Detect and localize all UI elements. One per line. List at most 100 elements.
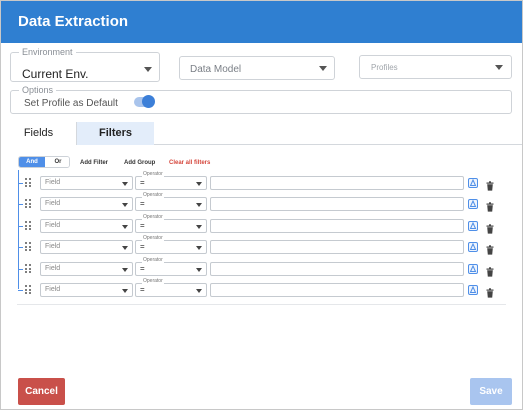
field-select[interactable]: Field: [40, 219, 133, 233]
chevron-down-icon: [196, 268, 202, 272]
field-select[interactable]: Field: [40, 176, 133, 190]
variable-button[interactable]: [468, 178, 478, 188]
field-placeholder: Field: [45, 222, 61, 229]
drag-handle-icon[interactable]: [25, 178, 31, 187]
environment-value: Current Env.: [22, 67, 89, 81]
chevron-down-icon: [144, 67, 152, 72]
data-model-select[interactable]: Data Model: [179, 56, 335, 80]
tab-filters[interactable]: Filters: [77, 122, 154, 145]
environment-select[interactable]: Environment Current Env.: [10, 46, 160, 82]
clear-all-filters-button[interactable]: Clear all filters: [169, 158, 210, 168]
field-placeholder: Field: [45, 243, 61, 250]
field-select[interactable]: Field: [40, 262, 133, 276]
add-filter-button[interactable]: Add Filter: [80, 158, 108, 168]
data-model-placeholder: Data Model: [190, 64, 242, 75]
filter-value-input[interactable]: [210, 219, 464, 233]
chevron-down-icon: [122, 268, 128, 272]
operator-select[interactable]: Operator =: [135, 171, 207, 190]
drag-handle-icon[interactable]: [25, 242, 31, 251]
chevron-down-icon: [495, 65, 503, 70]
filter-value-input[interactable]: [210, 262, 464, 276]
operator-legend: Operator: [142, 235, 164, 241]
variable-button[interactable]: [468, 285, 478, 295]
variable-button[interactable]: [468, 242, 478, 252]
filter-value-input[interactable]: [210, 176, 464, 190]
trash-icon: [486, 181, 494, 191]
options-legend: Options: [19, 84, 57, 96]
chevron-down-icon: [122, 182, 128, 186]
chevron-down-icon: [196, 203, 202, 207]
variable-icon: [469, 200, 477, 207]
dialog-header: Data Extraction: [1, 1, 522, 43]
chevron-down-icon: [196, 182, 202, 186]
chevron-down-icon: [196, 289, 202, 293]
chevron-down-icon: [196, 225, 202, 229]
chevron-down-icon: [196, 246, 202, 250]
field-placeholder: Field: [45, 200, 61, 207]
operator-value: =: [140, 221, 145, 230]
trash-icon: [486, 245, 494, 255]
delete-row-button[interactable]: [486, 242, 494, 255]
variable-button[interactable]: [468, 264, 478, 274]
operator-select[interactable]: Operator =: [135, 278, 207, 297]
cancel-button[interactable]: Cancel: [18, 378, 65, 405]
operator-select[interactable]: Operator =: [135, 257, 207, 276]
variable-button[interactable]: [468, 199, 478, 209]
operator-value: =: [140, 264, 145, 273]
drag-handle-icon[interactable]: [25, 264, 31, 273]
operator-select[interactable]: Operator =: [135, 192, 207, 211]
drag-handle-icon[interactable]: [25, 221, 31, 230]
chevron-down-icon: [122, 246, 128, 250]
chevron-down-icon: [122, 203, 128, 207]
field-select[interactable]: Field: [40, 240, 133, 254]
tab-bar: Fields Filters: [1, 122, 522, 145]
and-button[interactable]: And: [19, 157, 45, 167]
set-default-label: Set Profile as Default: [24, 98, 118, 109]
add-group-button[interactable]: Add Group: [124, 158, 155, 168]
variable-icon: [469, 286, 477, 293]
operator-value: =: [140, 242, 145, 251]
delete-row-button[interactable]: [486, 285, 494, 298]
drag-handle-icon[interactable]: [25, 285, 31, 294]
trash-icon: [486, 224, 494, 234]
trash-icon: [486, 202, 494, 212]
filters-panel: And Or Add Filter Add Group Clear all fi…: [17, 153, 506, 305]
operator-value: =: [140, 285, 145, 294]
filter-row: Field Operator =: [17, 278, 506, 298]
or-button[interactable]: Or: [45, 157, 69, 167]
variable-button[interactable]: [468, 221, 478, 231]
data-extraction-dialog: Data Extraction Environment Current Env.…: [0, 0, 523, 410]
operator-select[interactable]: Operator =: [135, 235, 207, 254]
field-placeholder: Field: [45, 179, 61, 186]
field-select[interactable]: Field: [40, 283, 133, 297]
delete-row-button[interactable]: [486, 264, 494, 277]
field-placeholder: Field: [45, 286, 61, 293]
tab-fields[interactable]: Fields: [1, 122, 77, 145]
filter-value-input[interactable]: [210, 240, 464, 254]
dialog-title: Data Extraction: [18, 13, 129, 30]
operator-legend: Operator: [142, 171, 164, 177]
profiles-select[interactable]: Profiles: [359, 55, 512, 79]
filter-value-input[interactable]: [210, 197, 464, 211]
delete-row-button[interactable]: [486, 199, 494, 212]
operator-legend: Operator: [142, 278, 164, 284]
chevron-down-icon: [122, 225, 128, 229]
chevron-down-icon: [319, 66, 327, 71]
filter-value-input[interactable]: [210, 283, 464, 297]
drag-handle-icon[interactable]: [25, 199, 31, 208]
variable-icon: [469, 243, 477, 250]
variable-icon: [469, 265, 477, 272]
trash-icon: [486, 267, 494, 277]
set-default-toggle[interactable]: [134, 95, 155, 108]
variable-icon: [469, 179, 477, 186]
operator-value: =: [140, 178, 145, 187]
delete-row-button[interactable]: [486, 221, 494, 234]
field-placeholder: Field: [45, 265, 61, 272]
conjunction-toggle: And Or: [18, 156, 70, 168]
operator-legend: Operator: [142, 257, 164, 263]
field-select[interactable]: Field: [40, 197, 133, 211]
save-button[interactable]: Save: [470, 378, 512, 405]
operator-select[interactable]: Operator =: [135, 214, 207, 233]
delete-row-button[interactable]: [486, 178, 494, 191]
operator-legend: Operator: [142, 214, 164, 220]
